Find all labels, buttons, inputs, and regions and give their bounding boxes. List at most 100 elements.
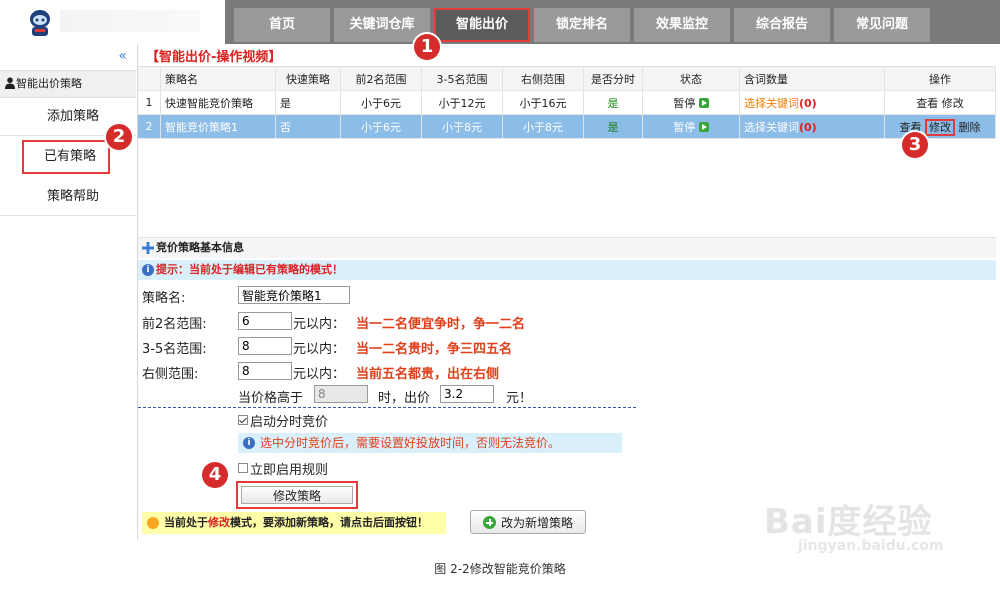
sidebar-header-label: 智能出价策略 bbox=[16, 77, 82, 90]
row-timeshare: 是 bbox=[583, 114, 643, 139]
strategy-table: 策略名 快速策略 前2名范围 3-5名范围 右侧范围 是否分时 状态 含词数量 … bbox=[138, 66, 996, 139]
edit-link[interactable]: 修改 bbox=[925, 118, 955, 136]
row-right: 小于16元 bbox=[502, 90, 584, 115]
row-index: 1 bbox=[138, 90, 161, 115]
plus-icon bbox=[142, 242, 154, 254]
step-badge-4: 4 bbox=[202, 462, 228, 488]
section-header: 竞价策略基本信息 bbox=[138, 237, 996, 258]
nav-tab-home[interactable]: 首页 bbox=[234, 8, 330, 42]
col-header-keywords: 含词数量 bbox=[739, 66, 885, 91]
col-header-quick: 快速策略 bbox=[275, 66, 341, 91]
top35-hint: 当一二名贵时，争三四五名 bbox=[356, 342, 513, 357]
timeshare-checkbox[interactable] bbox=[238, 415, 248, 425]
strategy-name-label: 策略名: bbox=[142, 291, 186, 306]
notice-highlight: 修改 bbox=[208, 516, 230, 529]
nav-tab-faq[interactable]: 常见问题 bbox=[834, 8, 930, 42]
timeshare-tip: i 选中分时竞价后，需要设置好投放时间，否则无法竞价。 bbox=[238, 433, 622, 453]
notice-text: 当前处于修改模式，要添加新策略，请点击后面按钮！ bbox=[164, 516, 428, 529]
select-keywords-link[interactable]: 选择关键词 bbox=[744, 97, 799, 110]
top35-unit: 元以内： bbox=[293, 342, 346, 357]
section-title: 竞价策略基本信息 bbox=[156, 241, 244, 254]
collapse-sidebar-icon[interactable]: « bbox=[118, 48, 127, 64]
edit-link[interactable]: 修改 bbox=[942, 97, 964, 110]
switch-to-new-strategy-button[interactable]: 改为新增策略 bbox=[470, 510, 586, 534]
row-status: 暂停 bbox=[642, 114, 740, 139]
bid-currency: 元！ bbox=[506, 391, 533, 406]
table-row[interactable]: 1 快速智能竞价策略 是 小于6元 小于12元 小于16元 是 暂停 选择关键词… bbox=[138, 90, 996, 115]
mode-notice: 当前处于修改模式，要添加新策略，请点击后面按钮！ bbox=[142, 512, 446, 534]
row-top2: 小于6元 bbox=[340, 114, 422, 139]
col-header-top2: 前2名范围 bbox=[340, 66, 422, 91]
add-icon bbox=[483, 516, 496, 529]
row-top35: 小于8元 bbox=[421, 114, 503, 139]
nav-tab-lock-ranking[interactable]: 锁定排名 bbox=[534, 8, 630, 42]
step-badge-3: 3 bbox=[902, 132, 928, 158]
top35-range-label: 3-5名范围: bbox=[142, 342, 207, 357]
row-top2: 小于6元 bbox=[340, 90, 422, 115]
col-header-top35: 3-5名范围 bbox=[421, 66, 503, 91]
top2-hint: 当一二名便宜争时，争一二名 bbox=[356, 317, 526, 332]
operation-video-link[interactable]: 【智能出价-操作视频】 bbox=[146, 46, 281, 65]
divider bbox=[138, 407, 636, 408]
play-icon[interactable] bbox=[698, 97, 709, 108]
modify-strategy-button-frame: 修改策略 bbox=[236, 481, 358, 509]
top2-range-input[interactable] bbox=[238, 312, 292, 330]
logo-area bbox=[0, 0, 225, 44]
price-above-label: 当价格高于 bbox=[238, 391, 304, 406]
table-header-row: 策略名 快速策略 前2名范围 3-5名范围 右侧范围 是否分时 状态 含词数量 … bbox=[138, 66, 996, 91]
delete-link[interactable]: 删除 bbox=[959, 121, 981, 134]
right-range-input[interactable] bbox=[238, 362, 292, 380]
bid-label: 时，出价 bbox=[378, 391, 431, 406]
main-content: 【智能出价-操作视频】 策略名 快速策略 前2名范围 3-5名范围 右侧范围 是… bbox=[138, 44, 1000, 540]
right-hint: 当前五名都贵，出在右侧 bbox=[356, 367, 500, 382]
row-timeshare: 是 bbox=[583, 90, 643, 115]
table-row[interactable]: 2 智能竞价策略1 否 小于6元 小于8元 小于8元 是 暂停 选择关键词(0)… bbox=[138, 114, 996, 139]
keyword-count: (0) bbox=[799, 120, 817, 134]
watermark-url: jingyan.baidu.com bbox=[798, 538, 944, 554]
row-actions: 查看 修改 删除 bbox=[884, 114, 996, 139]
top35-range-input[interactable] bbox=[238, 337, 292, 355]
keyword-count: (0) bbox=[799, 96, 817, 110]
row-strategy-name: 智能竞价策略1 bbox=[160, 114, 276, 139]
price-above-input[interactable] bbox=[314, 385, 368, 403]
user-icon bbox=[5, 77, 15, 89]
timeshare-label: 启动分时竞价 bbox=[250, 415, 329, 430]
enable-rule-label: 立即启用规则 bbox=[250, 463, 329, 478]
edit-mode-tip: i 提示：当前处于编辑已有策略的模式！ bbox=[138, 260, 996, 280]
modify-strategy-button[interactable]: 修改策略 bbox=[241, 486, 353, 504]
info-icon: i bbox=[142, 264, 154, 276]
right-unit: 元以内： bbox=[293, 367, 346, 382]
nav-tab-smart-bidding[interactable]: 智能出价 bbox=[434, 8, 530, 42]
watermark-logo-text: Bai度经验 bbox=[764, 502, 933, 542]
col-header-name: 策略名 bbox=[160, 66, 276, 91]
row-status: 暂停 bbox=[642, 90, 740, 115]
strategy-name-input[interactable] bbox=[238, 286, 350, 304]
col-header-status: 状态 bbox=[642, 66, 740, 91]
bid-price-input[interactable] bbox=[440, 385, 494, 403]
logo-text-blurred bbox=[60, 10, 200, 32]
col-header-right: 右侧范围 bbox=[502, 66, 584, 91]
row-quick: 是 bbox=[275, 90, 341, 115]
view-link[interactable]: 查看 bbox=[916, 97, 938, 110]
sidebar-item-strategy-help[interactable]: 策略帮助 bbox=[0, 178, 136, 216]
nav-tab-report[interactable]: 综合报告 bbox=[734, 8, 830, 42]
row-strategy-name: 快速智能竞价策略 bbox=[160, 90, 276, 115]
top2-unit: 元以内： bbox=[293, 317, 346, 332]
enable-rule-checkbox[interactable] bbox=[238, 463, 248, 473]
row-keywords: 选择关键词(0) bbox=[739, 114, 885, 139]
edit-mode-tip-text: 提示：当前处于编辑已有策略的模式！ bbox=[156, 263, 343, 276]
col-header-index bbox=[138, 66, 161, 91]
switch-to-new-strategy-label: 改为新增策略 bbox=[501, 516, 574, 530]
notice-post: 模式，要添加新策略，请点击后面按钮！ bbox=[230, 516, 428, 529]
info-icon: i bbox=[243, 437, 255, 449]
figure-caption: 图 2-2修改智能竞价策略 bbox=[434, 562, 566, 576]
row-index: 2 bbox=[138, 114, 161, 139]
watermark: Bai度经验 jingyan.baidu.com bbox=[762, 482, 962, 572]
mascot-logo-icon bbox=[30, 10, 50, 36]
nav-tab-keyword-warehouse[interactable]: 关键词仓库 bbox=[334, 8, 430, 42]
nav-tab-effect-monitor[interactable]: 效果监控 bbox=[634, 8, 730, 42]
select-keywords-link[interactable]: 选择关键词 bbox=[744, 121, 799, 134]
row-quick: 否 bbox=[275, 114, 341, 139]
play-icon[interactable] bbox=[698, 121, 709, 132]
sidebar-item-existing-strategy[interactable]: 已有策略 bbox=[22, 140, 110, 174]
